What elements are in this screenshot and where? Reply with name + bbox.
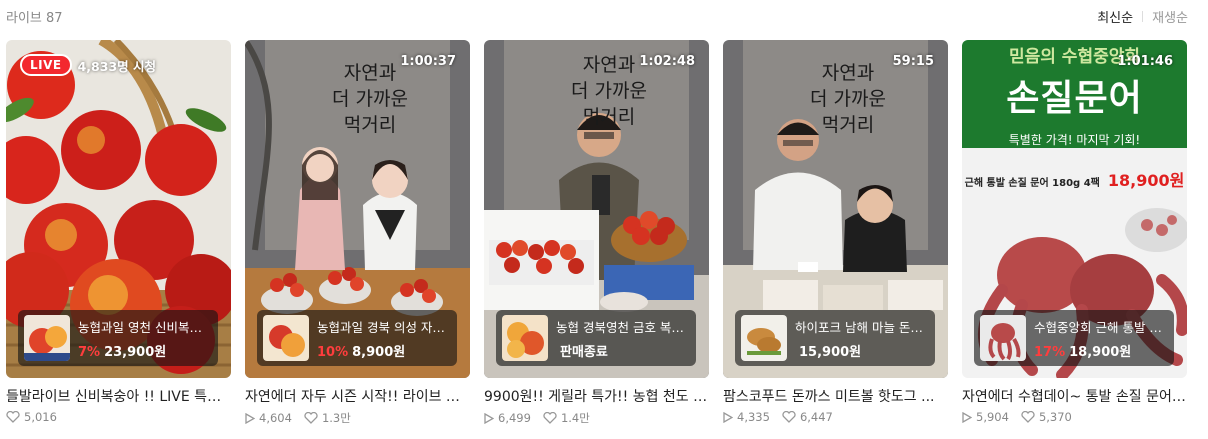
card-stats: 6,499 1.4만 [484,410,709,426]
live-card-list: LIVE 4,833명 시청 농협과일 영천 신비복숭아 ... 7%23,90… [6,40,1187,426]
video-thumbnail[interactable]: 1:02:48 자연과 더 가까운 먹거리 농협 경북영천 금호 복숭아 ...… [484,40,709,378]
product-overlay[interactable]: 농협과일 경북 의성 자두 ... 10% 8,900원 [257,310,457,366]
banner-line: 더 가까운 [571,80,647,102]
heart-icon [304,412,318,424]
product-price: 18,900원 [1069,344,1132,360]
banner-line: 먹거리 [343,114,397,136]
live-card[interactable]: 믿음의 수협중앙회 손질문어 특별한 가격! 마지막 기회! 근해 통발 손질 … [962,40,1187,426]
product-overlay[interactable]: 하이포크 남해 마늘 돈까스 ... 15,900원 [735,310,935,366]
live-card[interactable]: 1:02:48 자연과 더 가까운 먹거리 농협 경북영천 금호 복숭아 ...… [484,40,709,426]
studio-banner-text: 자연과 더 가까운 먹거리 [315,60,425,138]
card-stats: 5,904 5,370 [962,410,1187,424]
live-card[interactable]: LIVE 4,833명 시청 농협과일 영천 신비복숭아 ... 7%23,90… [6,40,231,426]
discount-rate: 7% [78,344,101,360]
viewer-count: 4,833명 시청 [77,58,156,74]
play-icon [723,411,733,423]
play-icon [962,411,972,423]
like-count: 5,016 [24,410,57,424]
broadcast-title[interactable]: 들발라이브 신비복숭아 !! LIVE 특가 ... [6,386,231,406]
broadcast-title[interactable]: 자연에더 자두 시즌 시작!! 라이브 특가 ... [245,386,470,406]
view-count: 4,604 [259,411,292,425]
view-count: 5,904 [976,410,1009,424]
card-stats: 4,604 1.3만 [245,410,470,426]
play-icon [484,412,494,424]
product-overlay[interactable]: 농협 경북영천 금호 복숭아 ... 판매종료 [496,310,696,366]
banner-line: 자연과 [582,54,636,76]
banner-line: 먹거리 [821,114,875,136]
octopus-headline: 손질문어 [1006,78,1143,119]
octopus-item: 근해 통발 손질 문어 180g 4팩 [964,178,1100,189]
banner-line: 자연과 [821,62,875,84]
product-price: 23,900원 [104,344,167,360]
video-thumbnail[interactable]: 믿음의 수협중앙회 손질문어 특별한 가격! 마지막 기회! 근해 통발 손질 … [962,40,1187,378]
product-name: 수협중앙회 근해 통발 손질 문어 ... [1034,319,1168,335]
studio-banner-text: 자연과 더 가까운 먹거리 [554,52,664,130]
octopus-price: 18,900원 [1107,171,1185,190]
octopus-subline: 특별한 가격! 마지막 기회! [1008,133,1141,147]
banner-line: 더 가까운 [810,88,886,110]
live-badge: LIVE 4,833명 시청 [20,54,156,76]
product-thumbnail [263,315,309,361]
banner-line: 자연과 [343,62,397,84]
product-overlay[interactable]: 농협과일 영천 신비복숭아 ... 7%23,900원 [18,310,218,366]
header: 라이브 87 최신순 재생순 [0,0,1208,32]
product-thumbnail [24,315,70,361]
sort-options: 최신순 재생순 [1097,7,1188,26]
studio-banner-text: 자연과 더 가까운 먹거리 [793,60,903,138]
discount-rate: 17% [1034,344,1066,360]
heart-icon [6,411,20,423]
card-stats: 4,335 6,447 [723,410,948,424]
discount-rate: 10% [317,344,349,360]
heart-icon [782,411,796,423]
product-price: 8,900원 [352,344,406,360]
product-name: 농협과일 영천 신비복숭아 ... [78,319,212,335]
live-count-title: 라이브 87 [6,11,63,26]
live-card[interactable]: 1:00:37 자연과 더 가까운 먹거리 농협과일 경북 의성 자두 ... … [245,40,470,426]
product-price: 15,900원 [799,344,862,360]
sort-divider [1142,11,1144,22]
video-thumbnail[interactable]: LIVE 4,833명 시청 농협과일 영천 신비복숭아 ... 7%23,90… [6,40,231,378]
card-stats: 5,016 [6,410,231,424]
broadcast-title[interactable]: 자연에더 수협데이~ 통발 손질 문어 ... [962,386,1187,406]
banner-line: 더 가까운 [332,88,408,110]
view-count: 4,335 [737,410,770,424]
heart-icon [1021,411,1035,423]
view-count: 6,499 [498,411,531,425]
product-overlay[interactable]: 수협중앙회 근해 통발 손질 문어 ... 17%18,900원 [974,310,1174,366]
product-name: 하이포크 남해 마늘 돈까스 ... [795,319,929,335]
sort-views[interactable]: 재생순 [1152,7,1188,26]
product-thumbnail [502,315,548,361]
product-thumbnail [741,315,787,361]
banner-line: 먹거리 [582,106,636,128]
video-duration: 1:01:46 [1117,54,1173,69]
like-count: 5,370 [1038,410,1072,424]
like-count: 1.4만 [560,411,590,425]
product-thumbnail [980,315,1026,361]
product-name: 농협 경북영천 금호 복숭아 ... [556,319,690,335]
live-indicator: LIVE [20,54,72,76]
video-thumbnail[interactable]: 1:00:37 자연과 더 가까운 먹거리 농협과일 경북 의성 자두 ... … [245,40,470,378]
sort-latest[interactable]: 최신순 [1097,7,1133,26]
heart-icon [543,412,557,424]
broadcast-title[interactable]: 9900원!! 게릴라 특가!! 농협 천도 복숭아 ... [484,386,709,406]
live-card[interactable]: 59:15 자연과 더 가까운 먹거리 하이포크 남해 마늘 돈까스 ... 1… [723,40,948,426]
product-name: 농협과일 경북 의성 자두 ... [317,319,451,335]
octopus-price-line: 근해 통발 손질 문어 180g 4팩 18,900원 [962,167,1187,191]
like-count: 6,447 [799,410,833,424]
play-icon [245,412,255,424]
like-count: 1.3만 [321,411,351,425]
product-price: 판매종료 [560,344,608,360]
broadcast-title[interactable]: 팜스코푸드 돈까스 미트볼 핫도그 ... [723,386,948,406]
video-thumbnail[interactable]: 59:15 자연과 더 가까운 먹거리 하이포크 남해 마늘 돈까스 ... 1… [723,40,948,378]
